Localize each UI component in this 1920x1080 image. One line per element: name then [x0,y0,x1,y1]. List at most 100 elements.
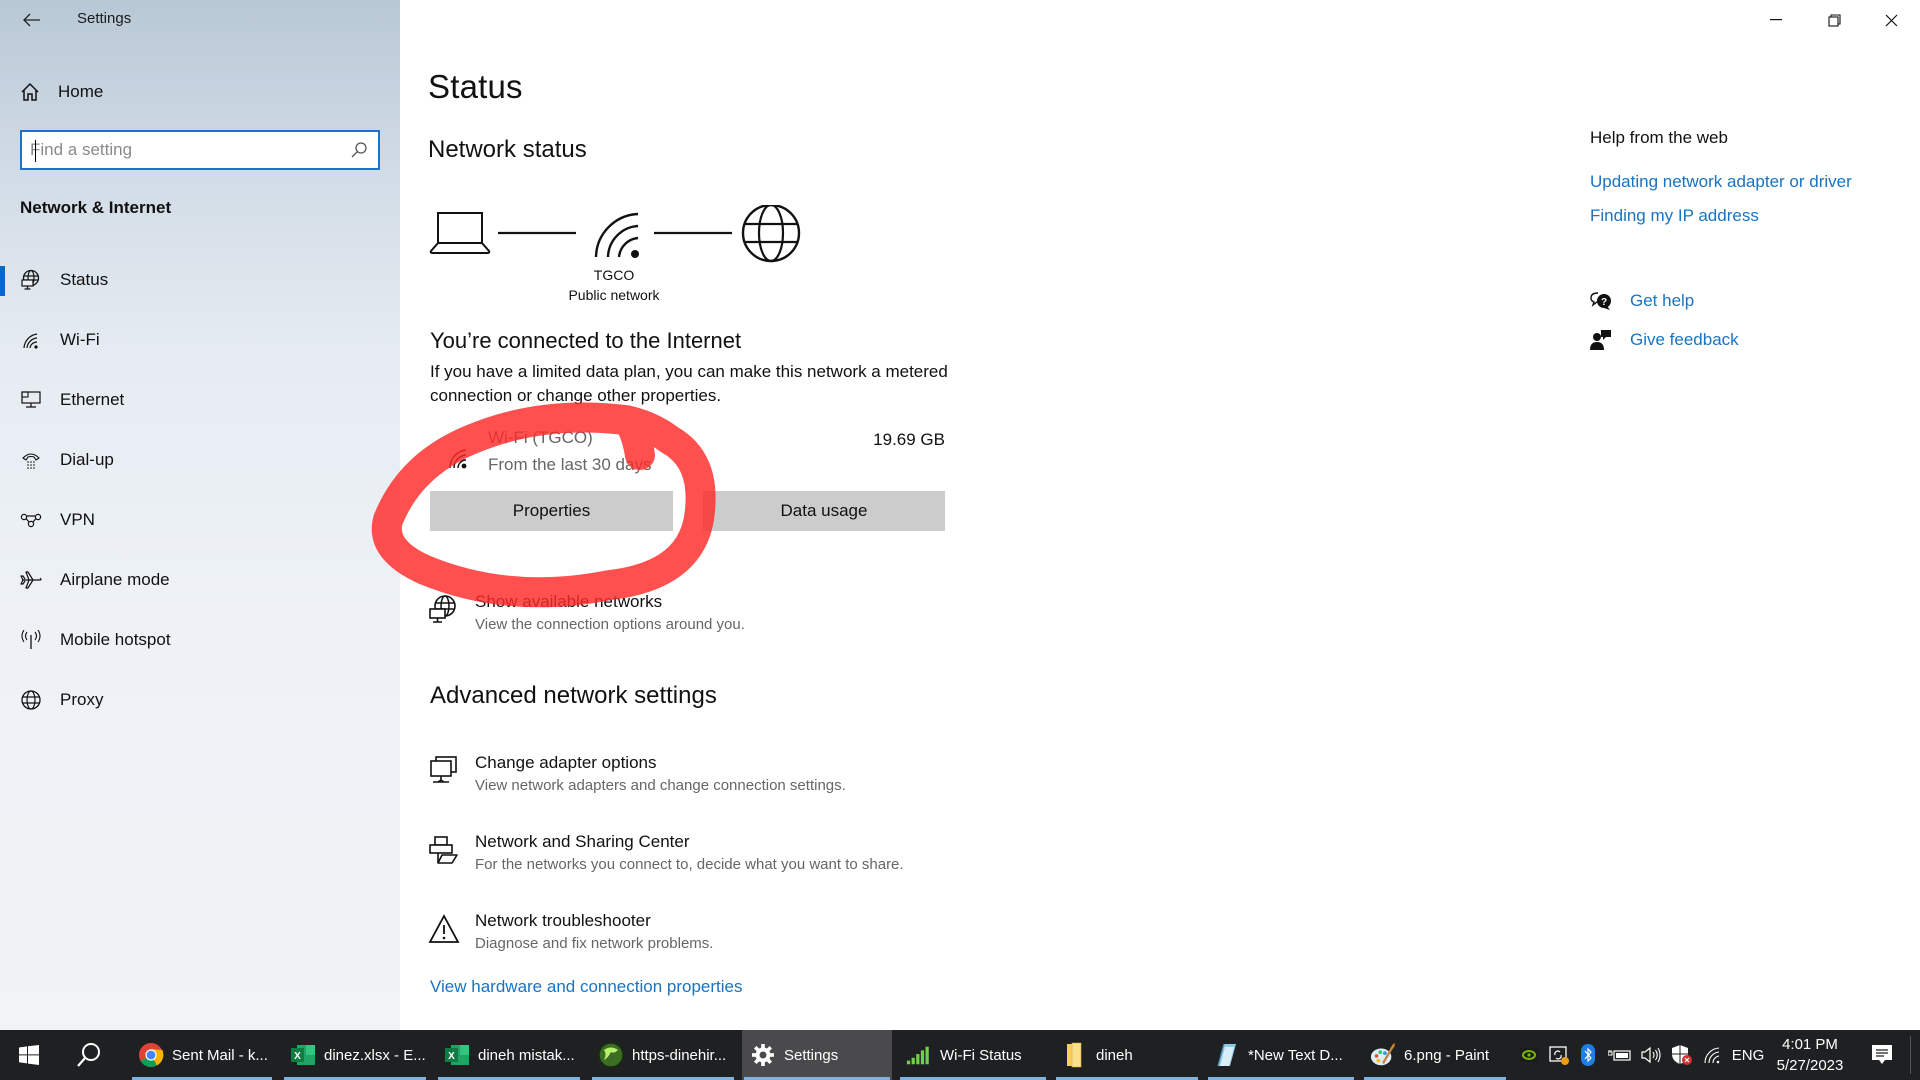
taskbar-app-folder[interactable]: dineh [1054,1030,1200,1080]
search-box[interactable] [20,130,380,170]
wifi-tray-icon[interactable] [1698,1030,1728,1080]
gear-icon [750,1042,776,1068]
minimize-button[interactable] [1748,0,1804,40]
close-button[interactable] [1863,0,1919,40]
restore-button[interactable] [1806,0,1862,40]
sidebar-item-label: Wi-Fi [60,330,100,349]
sidebar-item-dial-up[interactable]: Dial-up [0,438,400,482]
network-sharing-center-link[interactable]: Network and Sharing Center For the netwo… [428,832,1128,882]
excel-icon: X [290,1042,316,1068]
sidebar-item-airplane-mode[interactable]: Airplane mode [0,558,400,602]
data-usage-button[interactable]: Data usage [703,491,945,531]
taskbar-app-label: Sent Mail - k... [172,1046,268,1064]
network-type-label: Public network [568,287,660,303]
windows-logo-icon [19,1045,39,1065]
get-help-link[interactable]: ? Get help [1590,287,1694,315]
clock-time: 4:01 PM [1782,1036,1838,1053]
network-status-icon [20,269,42,291]
action-center-button[interactable] [1862,1030,1902,1080]
wifi-signal-icon [594,212,639,258]
text-caret [35,140,36,162]
taskbar-app-excel-1[interactable]: X dinez.xlsx - E... [282,1030,428,1080]
nav-home[interactable]: Home [20,78,103,106]
view-hardware-properties-link[interactable]: View hardware and connection properties [430,977,743,997]
security-tray-icon[interactable] [1666,1030,1698,1080]
sidebar-item-mobile-hotspot[interactable]: Mobile hotspot [0,618,400,662]
clock-date: 5/27/2023 [1776,1057,1844,1074]
taskbar-app-label: Wi-Fi Status [940,1046,1022,1064]
notepad-icon [1214,1042,1240,1068]
page-title: Status [428,68,523,105]
window-title: Settings [77,10,132,27]
connection-status-heading: You’re connected to the Internet [430,328,742,353]
sidebar-item-ethernet[interactable]: Ethernet [0,378,400,422]
globe-icon [20,689,42,711]
search-icon[interactable] [350,141,368,159]
usage-period: From the last 30 days [488,455,652,474]
sync-tray-icon[interactable] [1544,1030,1574,1080]
sidebar-item-wifi[interactable]: Wi-Fi [0,318,400,362]
network-status-heading: Network status [428,136,587,163]
battery-tray-icon[interactable] [1604,1030,1636,1080]
volume-tray-icon[interactable] [1636,1030,1666,1080]
show-available-networks-link[interactable]: Show available networks View the connect… [428,592,1128,642]
taskbar-app-label: *New Text D... [1248,1046,1343,1064]
close-icon [1885,14,1897,26]
network-diagram: TGCO Public network [428,205,818,305]
wifi-icon [20,329,42,351]
taskbar-app-excel-2[interactable]: X dineh mistak... [436,1030,582,1080]
minimize-icon [1770,19,1782,21]
vpn-icon [20,509,42,531]
link-subtitle: View network adapters and change connect… [475,777,846,794]
sidebar-item-label: Dial-up [60,450,114,469]
taskbar-app-label: Settings [784,1046,839,1064]
nav-home-label: Home [58,82,104,101]
network-troubleshooter-link[interactable]: Network troubleshooter Diagnose and fix … [428,911,1128,961]
link-title: Show available networks [475,592,663,611]
link-title: Network troubleshooter [475,911,651,930]
airplane-icon [20,569,42,591]
give-feedback-link[interactable]: Give feedback [1590,326,1739,354]
clock[interactable]: 4:01 PM 5/27/2023 [1765,1034,1855,1076]
svg-text:X: X [294,1051,301,1062]
sidebar-item-status[interactable]: Status [0,258,400,302]
help-link-update-adapter[interactable]: Updating network adapter or driver [1590,172,1852,192]
sidebar-item-label: Proxy [60,690,104,709]
get-help-icon: ? [1590,291,1612,311]
network-status-icon [429,595,456,623]
taskbar-app-settings[interactable]: Settings [742,1030,892,1080]
taskbar-app-label: dinez.xlsx - E... [324,1046,426,1064]
taskbar-app-paint[interactable]: 6.png - Paint [1362,1030,1508,1080]
sidebar-item-proxy[interactable]: Proxy [0,678,400,722]
search-taskbar-button[interactable] [62,1030,116,1080]
help-link-find-ip[interactable]: Finding my IP address [1590,206,1759,226]
taskbar: Sent Mail - k... X dinez.xlsx - E... X d… [0,1030,1920,1080]
search-input[interactable] [30,138,330,162]
start-button[interactable] [0,1030,58,1080]
help-heading: Help from the web [1590,128,1728,147]
taskbar-app-https[interactable]: https-dinehir... [590,1030,736,1080]
adapter-icon [430,756,457,783]
folder-icon [1062,1042,1088,1068]
sidebar-item-label: Airplane mode [60,570,170,589]
taskbar-app-label: https-dinehir... [632,1046,727,1064]
sharing-center-icon [429,836,458,864]
language-indicator[interactable]: ENG [1728,1030,1768,1080]
back-button[interactable] [14,4,50,36]
change-adapter-options-link[interactable]: Change adapter options View network adap… [428,753,1128,803]
taskbar-app-notepad[interactable]: *New Text D... [1206,1030,1356,1080]
link-subtitle: View the connection options around you. [475,616,745,633]
home-icon [21,82,39,101]
taskbar-app-wifi-status[interactable]: Wi-Fi Status [898,1030,1048,1080]
app-icon [598,1042,624,1068]
nvidia-tray-icon[interactable] [1514,1030,1544,1080]
bluetooth-tray-icon[interactable] [1574,1030,1602,1080]
taskbar-app-label: dineh [1096,1046,1133,1064]
properties-button[interactable]: Properties [430,491,673,531]
show-desktop-divider[interactable] [1910,1036,1911,1074]
data-usage-value: 19.69 GB [873,430,945,449]
connection-status-description: If you have a limited data plan, you can… [430,362,948,405]
sidebar-item-vpn[interactable]: VPN [0,498,400,542]
taskbar-app-label: dineh mistak... [478,1046,575,1064]
taskbar-app-chrome[interactable]: Sent Mail - k... [130,1030,274,1080]
